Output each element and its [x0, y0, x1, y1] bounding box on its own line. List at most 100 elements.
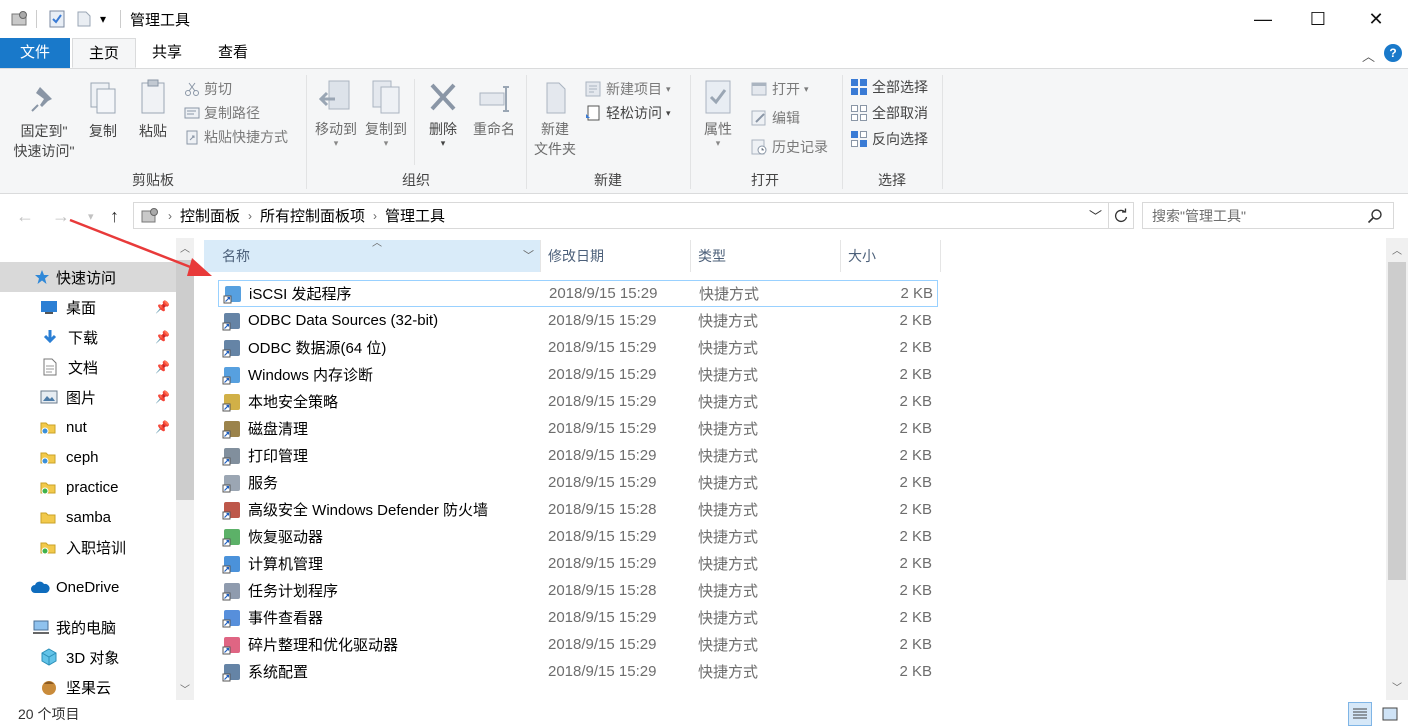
file-name: 计算机管理 [222, 553, 323, 574]
table-row[interactable]: 磁盘清理 2018/9/15 15:29 快捷方式 2 KB [218, 415, 938, 442]
refresh-button[interactable] [1108, 202, 1134, 229]
select-none-button[interactable]: 全部取消 [850, 101, 928, 125]
table-row[interactable]: 服务 2018/9/15 15:29 快捷方式 2 KB [218, 469, 938, 496]
nav-item-samba[interactable]: samba [0, 502, 176, 532]
history-button[interactable]: 历史记录 [750, 135, 828, 159]
new-folder-button[interactable]: 新建 文件夹 [530, 79, 580, 159]
table-row[interactable]: ODBC 数据源(64 位) 2018/9/15 15:29 快捷方式 2 KB [218, 334, 938, 361]
pin-icon[interactable]: 📌 [155, 300, 170, 314]
copy-to-button[interactable]: 复制到 ▾ [362, 79, 410, 148]
column-header-name[interactable]: 名称 ︿ ﹀ [204, 238, 540, 272]
table-row[interactable]: 系统配置 2018/9/15 15:29 快捷方式 2 KB [218, 658, 938, 685]
breadcrumb-item[interactable]: 管理工具 [379, 205, 451, 226]
nav-item-jianguoyun[interactable]: 坚果云 [0, 672, 176, 702]
nav-item-downloads[interactable]: 下载 📌 [0, 322, 176, 352]
breadcrumb-item[interactable]: 所有控制面板项 [254, 205, 371, 226]
tab-home[interactable]: 主页 [72, 38, 137, 68]
table-row[interactable]: 本地安全策略 2018/9/15 15:29 快捷方式 2 KB [218, 388, 938, 415]
properties-button[interactable]: 属性 ▾ [696, 79, 740, 148]
copy-to-label: 复制到 [365, 121, 407, 137]
search-input[interactable]: 搜索"管理工具" [1152, 206, 1246, 226]
delete-button[interactable]: 删除 ▾ [420, 79, 466, 148]
select-small-buttons: 全部选择 全部取消 反向选择 [850, 75, 928, 151]
maximize-button[interactable]: ☐ [1295, 0, 1341, 38]
column-header-type[interactable]: 类型 [690, 240, 840, 272]
delete-label: 删除 [429, 121, 457, 137]
move-to-button[interactable]: 移动到 ▾ [312, 79, 360, 148]
column-header-date[interactable]: 修改日期 [540, 240, 690, 272]
help-icon[interactable]: ? [1384, 44, 1402, 62]
folder-icon [40, 452, 56, 465]
nav-item-ceph[interactable]: ceph [0, 442, 176, 472]
select-all-button[interactable]: 全部选择 [850, 75, 928, 99]
nav-item-pictures[interactable]: 图片 📌 [0, 382, 176, 412]
tab-file[interactable]: 文件 [0, 38, 70, 68]
new-folder-label-1: 新建 [541, 121, 569, 137]
nav-item-onedrive[interactable]: OneDrive [0, 572, 176, 602]
app-icon[interactable] [10, 9, 30, 29]
pin-icon[interactable]: 📌 [155, 420, 170, 434]
nav-item-onboarding[interactable]: 入职培训 [0, 532, 176, 562]
new-group-label: 新建 [594, 172, 622, 188]
new-folder-quick-icon[interactable] [76, 9, 92, 29]
nav-item-3d-objects[interactable]: 3D 对象 [0, 642, 176, 672]
table-row[interactable]: Windows 内存诊断 2018/9/15 15:29 快捷方式 2 KB [218, 361, 938, 388]
file-size: 2 KB [899, 447, 932, 464]
pin-to-quick-access-button[interactable]: 固定到" 快速访问" [6, 83, 82, 161]
tab-share[interactable]: 共享 [136, 38, 198, 68]
table-row[interactable]: 高级安全 Windows Defender 防火墙 2018/9/15 15:28… [218, 496, 938, 523]
back-button[interactable]: ← [16, 206, 34, 227]
properties-quick-icon[interactable] [48, 9, 66, 29]
table-row[interactable]: 任务计划程序 2018/9/15 15:28 快捷方式 2 KB [218, 577, 938, 604]
new-item-button[interactable]: 新建项目 ▾ [584, 77, 671, 101]
pin-icon[interactable]: 📌 [155, 390, 170, 404]
details-view-button[interactable] [1348, 702, 1372, 726]
cut-button[interactable]: 剪切 [184, 77, 288, 101]
table-row[interactable]: 计算机管理 2018/9/15 15:29 快捷方式 2 KB [218, 550, 938, 577]
table-row[interactable]: iSCSI 发起程序 2018/9/15 15:29 快捷方式 2 KB [218, 280, 938, 307]
column-filter-icon[interactable]: ﹀ [523, 240, 534, 272]
minimize-button[interactable]: — [1240, 0, 1286, 38]
address-box[interactable]: › 控制面板 › 所有控制面板项 › 管理工具 ﹀ [133, 202, 1109, 229]
tab-view[interactable]: 查看 [202, 38, 264, 68]
cut-label: 剪切 [204, 81, 232, 97]
paste-shortcut-label: 粘贴快捷方式 [204, 129, 288, 145]
large-icons-view-button[interactable] [1378, 702, 1402, 726]
table-row[interactable]: 事件查看器 2018/9/15 15:29 快捷方式 2 KB [218, 604, 938, 631]
copy-button[interactable]: 复制 [84, 81, 122, 141]
table-row[interactable]: 碎片整理和优化驱动器 2018/9/15 15:29 快捷方式 2 KB [218, 631, 938, 658]
nav-scrollbar[interactable]: ︿ ﹀ [176, 238, 194, 700]
file-date: 2018/9/15 15:29 [548, 420, 657, 437]
column-header-size[interactable]: 大小 [840, 240, 940, 272]
nav-item-nut[interactable]: nut 📌 [0, 412, 176, 442]
open-button[interactable]: 打开 ▾ [750, 77, 828, 101]
file-type: 快捷方式 [698, 664, 759, 681]
table-row[interactable]: 打印管理 2018/9/15 15:29 快捷方式 2 KB [218, 442, 938, 469]
open-group-label: 打开 [751, 172, 779, 188]
nav-item-desktop[interactable]: 桌面 📌 [0, 292, 176, 322]
search-box[interactable]: 搜索"管理工具" [1142, 202, 1394, 229]
copy-path-button[interactable]: 复制路径 [184, 101, 288, 125]
pin-icon[interactable]: 📌 [155, 330, 170, 344]
pictures-icon [40, 390, 58, 404]
nav-item-practice[interactable]: practice [0, 472, 176, 502]
delete-icon [430, 83, 456, 111]
close-button[interactable]: ✕ [1353, 0, 1399, 38]
easy-access-button[interactable]: 轻松访问 ▾ [584, 101, 671, 125]
nav-item-documents[interactable]: 文档 📌 [0, 352, 176, 382]
rename-button[interactable]: 重命名 [468, 79, 520, 139]
file-type: 快捷方式 [698, 448, 759, 465]
collapse-ribbon-icon[interactable]: ︿ [1362, 46, 1375, 65]
table-row[interactable]: 恢复驱动器 2018/9/15 15:29 快捷方式 2 KB [218, 523, 938, 550]
nav-item-this-pc[interactable]: 我的电脑 [0, 612, 176, 642]
table-row[interactable]: ODBC Data Sources (32-bit) 2018/9/15 15:2… [218, 307, 938, 334]
edit-button[interactable]: 编辑 [750, 106, 828, 130]
address-dropdown-icon[interactable]: ﹀ [1089, 206, 1102, 225]
invert-selection-button[interactable]: 反向选择 [850, 127, 928, 151]
paste-shortcut-button[interactable]: 粘贴快捷方式 [184, 125, 288, 149]
customize-quick-access-icon[interactable]: ▾ [100, 9, 106, 29]
pin-icon[interactable]: 📌 [155, 360, 170, 374]
shortcut-icon [222, 663, 240, 681]
file-list-scrollbar[interactable]: ︿ ﹀ [1386, 238, 1408, 700]
paste-button[interactable]: 粘贴 [134, 79, 172, 141]
